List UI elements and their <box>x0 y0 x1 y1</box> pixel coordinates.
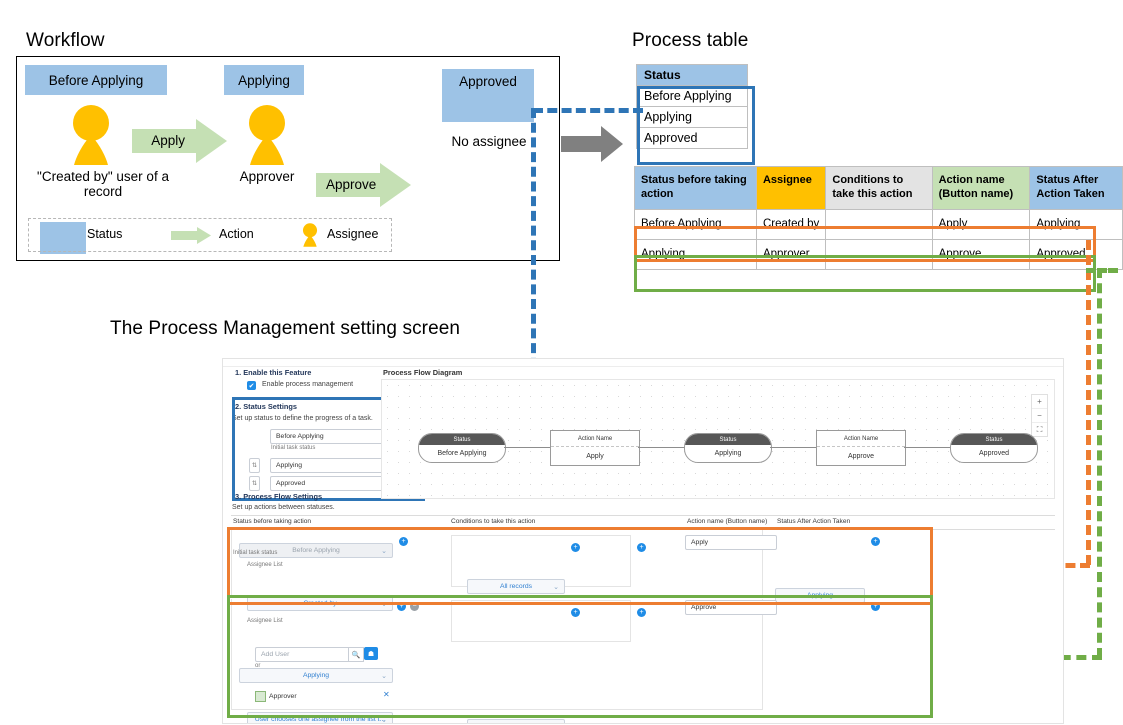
step3-subtitle: Set up actions between statuses. <box>232 504 335 511</box>
app-topbar <box>223 359 1063 367</box>
workflow-action-label: Apply <box>151 132 185 148</box>
workflow-status-label: Applying <box>238 72 290 88</box>
workflow-assignee-caption-2: Approver <box>239 169 295 184</box>
col-header-status-after: Status After Action Taken <box>777 518 851 525</box>
step3-title: 3. Process Flow Settings <box>235 492 323 501</box>
step1-checkbox-label: Enable process management <box>262 381 354 388</box>
process-table-header-assignee: Assignee <box>755 166 827 210</box>
blue-connector-top <box>533 108 643 113</box>
node-type-label: Status <box>419 434 505 445</box>
green-connector-vertical <box>1097 268 1102 658</box>
node-value: Before Applying <box>437 450 487 457</box>
assignee-person-icon <box>244 105 290 165</box>
workflow-action-arrow-apply: Apply <box>132 119 227 163</box>
col-header-status-before: Status before taking action <box>233 518 312 525</box>
col-header-conditions: Conditions to take this action <box>451 518 536 525</box>
workflow-assignee-caption-3: No assignee <box>451 134 527 149</box>
diagram-connector-4 <box>904 447 950 448</box>
node-type-label: Status <box>685 434 771 445</box>
legend-assignee-person-icon <box>301 223 319 252</box>
diagram-node-action-approve[interactable]: Action Name Approve <box>816 430 906 466</box>
process-table-header-conditions: Conditions to take this action <box>825 166 933 210</box>
diagram-connector-2 <box>638 447 684 448</box>
process-row-2-highlight-box <box>634 255 1096 292</box>
diagram-node-status-approved[interactable]: Status Approved <box>950 433 1038 463</box>
diagram-title: Process Flow Diagram <box>383 368 463 377</box>
row2-condition-select[interactable]: All records ⌄ <box>467 719 565 724</box>
gray-flow-arrow-icon <box>561 126 623 167</box>
col-header-action-name: Action name (Button name) <box>687 518 768 525</box>
flow-row-2-highlight-box <box>227 595 933 718</box>
green-connector-top <box>1086 268 1118 273</box>
diagram-node-status-applying[interactable]: Status Applying <box>684 433 772 463</box>
workflow-status-label: Before Applying <box>48 72 144 88</box>
app-section-title: The Process Management setting screen <box>110 318 461 339</box>
diagram-canvas[interactable]: + − ⛶ Status Before Applying Action Name… <box>381 379 1055 499</box>
flow-row-1-highlight-box <box>227 527 933 605</box>
zoom-in-button[interactable]: + <box>1032 395 1047 409</box>
select-value: All records <box>500 723 532 724</box>
workflow-status-label: Approved <box>459 74 517 89</box>
legend-label-assignee: Assignee <box>327 227 379 241</box>
legend-action-arrow-icon <box>171 227 211 249</box>
legend-label-status: Status <box>87 227 123 241</box>
node-value: Approve <box>847 452 875 460</box>
hdr-line: (Button name) <box>938 187 1014 200</box>
orange-connector-vertical <box>1086 240 1091 565</box>
diagram-connector-1 <box>504 447 550 448</box>
status-table-header-row: Status <box>636 64 748 86</box>
status-table-header: Status <box>636 64 748 86</box>
process-table-section-title: Process table <box>632 30 749 51</box>
fit-to-screen-button[interactable]: ⛶ <box>1032 423 1047 436</box>
process-table-header-row: Status before taking action Assignee Con… <box>634 166 1123 210</box>
node-value: Approved <box>979 450 1009 457</box>
workflow-status-approved: Approved <box>442 69 534 122</box>
chevron-down-icon: ⌄ <box>553 723 559 724</box>
hdr-line: action <box>641 187 674 200</box>
node-type-label: Status <box>951 434 1037 445</box>
enable-process-management-checkbox[interactable]: ✔ <box>247 381 256 390</box>
workflow-status-before-applying: Before Applying <box>25 65 167 95</box>
hdr-line: Action name <box>938 174 1005 186</box>
node-type-label: Action Name <box>817 431 905 447</box>
assignee-person-icon <box>68 105 114 165</box>
node-type-label: Action Name <box>551 431 639 447</box>
workflow-action-label: Approve <box>326 176 377 192</box>
hdr-line: Status before taking <box>641 174 747 186</box>
zoom-out-button[interactable]: − <box>1032 409 1047 423</box>
workflow-section-title: Workflow <box>26 30 105 51</box>
process-table-header-action-name: Action name (Button name) <box>931 166 1031 210</box>
workflow-legend: Status Action Assignee <box>28 218 392 252</box>
status-rows-highlight-box <box>637 86 755 165</box>
workflow-status-applying: Applying <box>224 65 304 95</box>
hdr-line: Conditions to <box>832 174 904 186</box>
process-table-header-status-before: Status before taking action <box>634 166 757 210</box>
step1-title: 1. Enable this Feature <box>235 368 312 377</box>
hdr-line: Status After <box>1036 174 1099 186</box>
diagram-connector-3 <box>770 447 816 448</box>
diagram-node-status-before-applying[interactable]: Status Before Applying <box>418 433 506 463</box>
diagram-node-action-apply[interactable]: Action Name Apply <box>550 430 640 466</box>
hdr-line: Action Taken <box>1036 187 1105 200</box>
node-value: Apply <box>586 452 604 460</box>
workflow-action-arrow-approve: Approve <box>316 163 411 207</box>
node-value: Applying <box>714 450 742 457</box>
process-management-setting-screen: 1. Enable this Feature ✔ Enable process … <box>222 358 1064 724</box>
hdr-line: Assignee <box>762 174 812 186</box>
hdr-line: take this action <box>832 187 913 200</box>
legend-label-action: Action <box>219 227 254 241</box>
workflow-assignee-caption-1: "Created by" user of a record <box>37 169 169 199</box>
settings-divider <box>231 515 1055 516</box>
diagram-zoom-controls[interactable]: + − ⛶ <box>1031 394 1048 437</box>
process-table-header-status-after: Status After Action Taken <box>1029 166 1123 210</box>
